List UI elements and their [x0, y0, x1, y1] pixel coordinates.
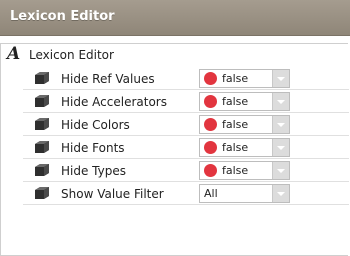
property-slot-icon — [35, 72, 49, 84]
property-row-show-value-filter: Show Value Filter All — [23, 182, 349, 205]
boolean-dropdown[interactable]: false — [199, 92, 290, 111]
dropdown-value: false — [222, 141, 249, 154]
header-label: Lexicon Editor — [29, 48, 114, 62]
false-status-dot — [204, 72, 217, 85]
dropdown-value: false — [222, 95, 249, 108]
false-status-dot — [204, 95, 217, 108]
property-label: Hide Accelerators — [61, 95, 167, 109]
property-row-hide-types: Hide Types false — [23, 159, 349, 182]
boolean-dropdown[interactable]: false — [199, 138, 290, 157]
dropdown-value: false — [222, 72, 249, 85]
dropdown-value: false — [222, 118, 249, 131]
property-slot-icon — [35, 118, 49, 130]
chevron-down-icon[interactable] — [272, 139, 289, 156]
property-label: Hide Fonts — [61, 141, 125, 155]
boolean-dropdown[interactable]: false — [199, 115, 290, 134]
dropdown-value: All — [204, 187, 218, 200]
window-title: Lexicon Editor — [10, 9, 115, 24]
italic-a-icon: A — [7, 44, 21, 64]
false-status-dot — [204, 141, 217, 154]
property-label: Hide Types — [61, 164, 126, 178]
property-row-hide-colors: Hide Colors false — [23, 113, 349, 136]
property-label: Hide Ref Values — [61, 72, 155, 86]
title-bar: Lexicon Editor — [0, 0, 350, 36]
property-slot-icon — [35, 187, 49, 199]
property-label: Show Value Filter — [61, 187, 164, 201]
property-row-hide-ref-values: Hide Ref Values false — [23, 67, 349, 90]
property-slot-icon — [35, 141, 49, 153]
property-slot-icon — [35, 95, 49, 107]
boolean-dropdown[interactable]: false — [199, 161, 290, 180]
false-status-dot — [204, 164, 217, 177]
dropdown-value: false — [222, 164, 249, 177]
chevron-down-icon[interactable] — [272, 116, 289, 133]
chevron-down-icon[interactable] — [272, 162, 289, 179]
property-sheet-header: A Lexicon Editor — [1, 44, 349, 66]
chevron-down-icon[interactable] — [272, 70, 289, 87]
property-label: Hide Colors — [61, 118, 130, 132]
property-row-hide-accelerators: Hide Accelerators false — [23, 90, 349, 113]
property-slot-icon — [35, 164, 49, 176]
property-row-hide-fonts: Hide Fonts false — [23, 136, 349, 159]
boolean-dropdown[interactable]: false — [199, 69, 290, 88]
property-sheet: A Lexicon Editor Hide Ref Values false H… — [0, 43, 349, 256]
value-filter-dropdown[interactable]: All — [199, 184, 290, 203]
false-status-dot — [204, 118, 217, 131]
chevron-down-icon[interactable] — [272, 93, 289, 110]
chevron-down-icon[interactable] — [272, 185, 289, 202]
